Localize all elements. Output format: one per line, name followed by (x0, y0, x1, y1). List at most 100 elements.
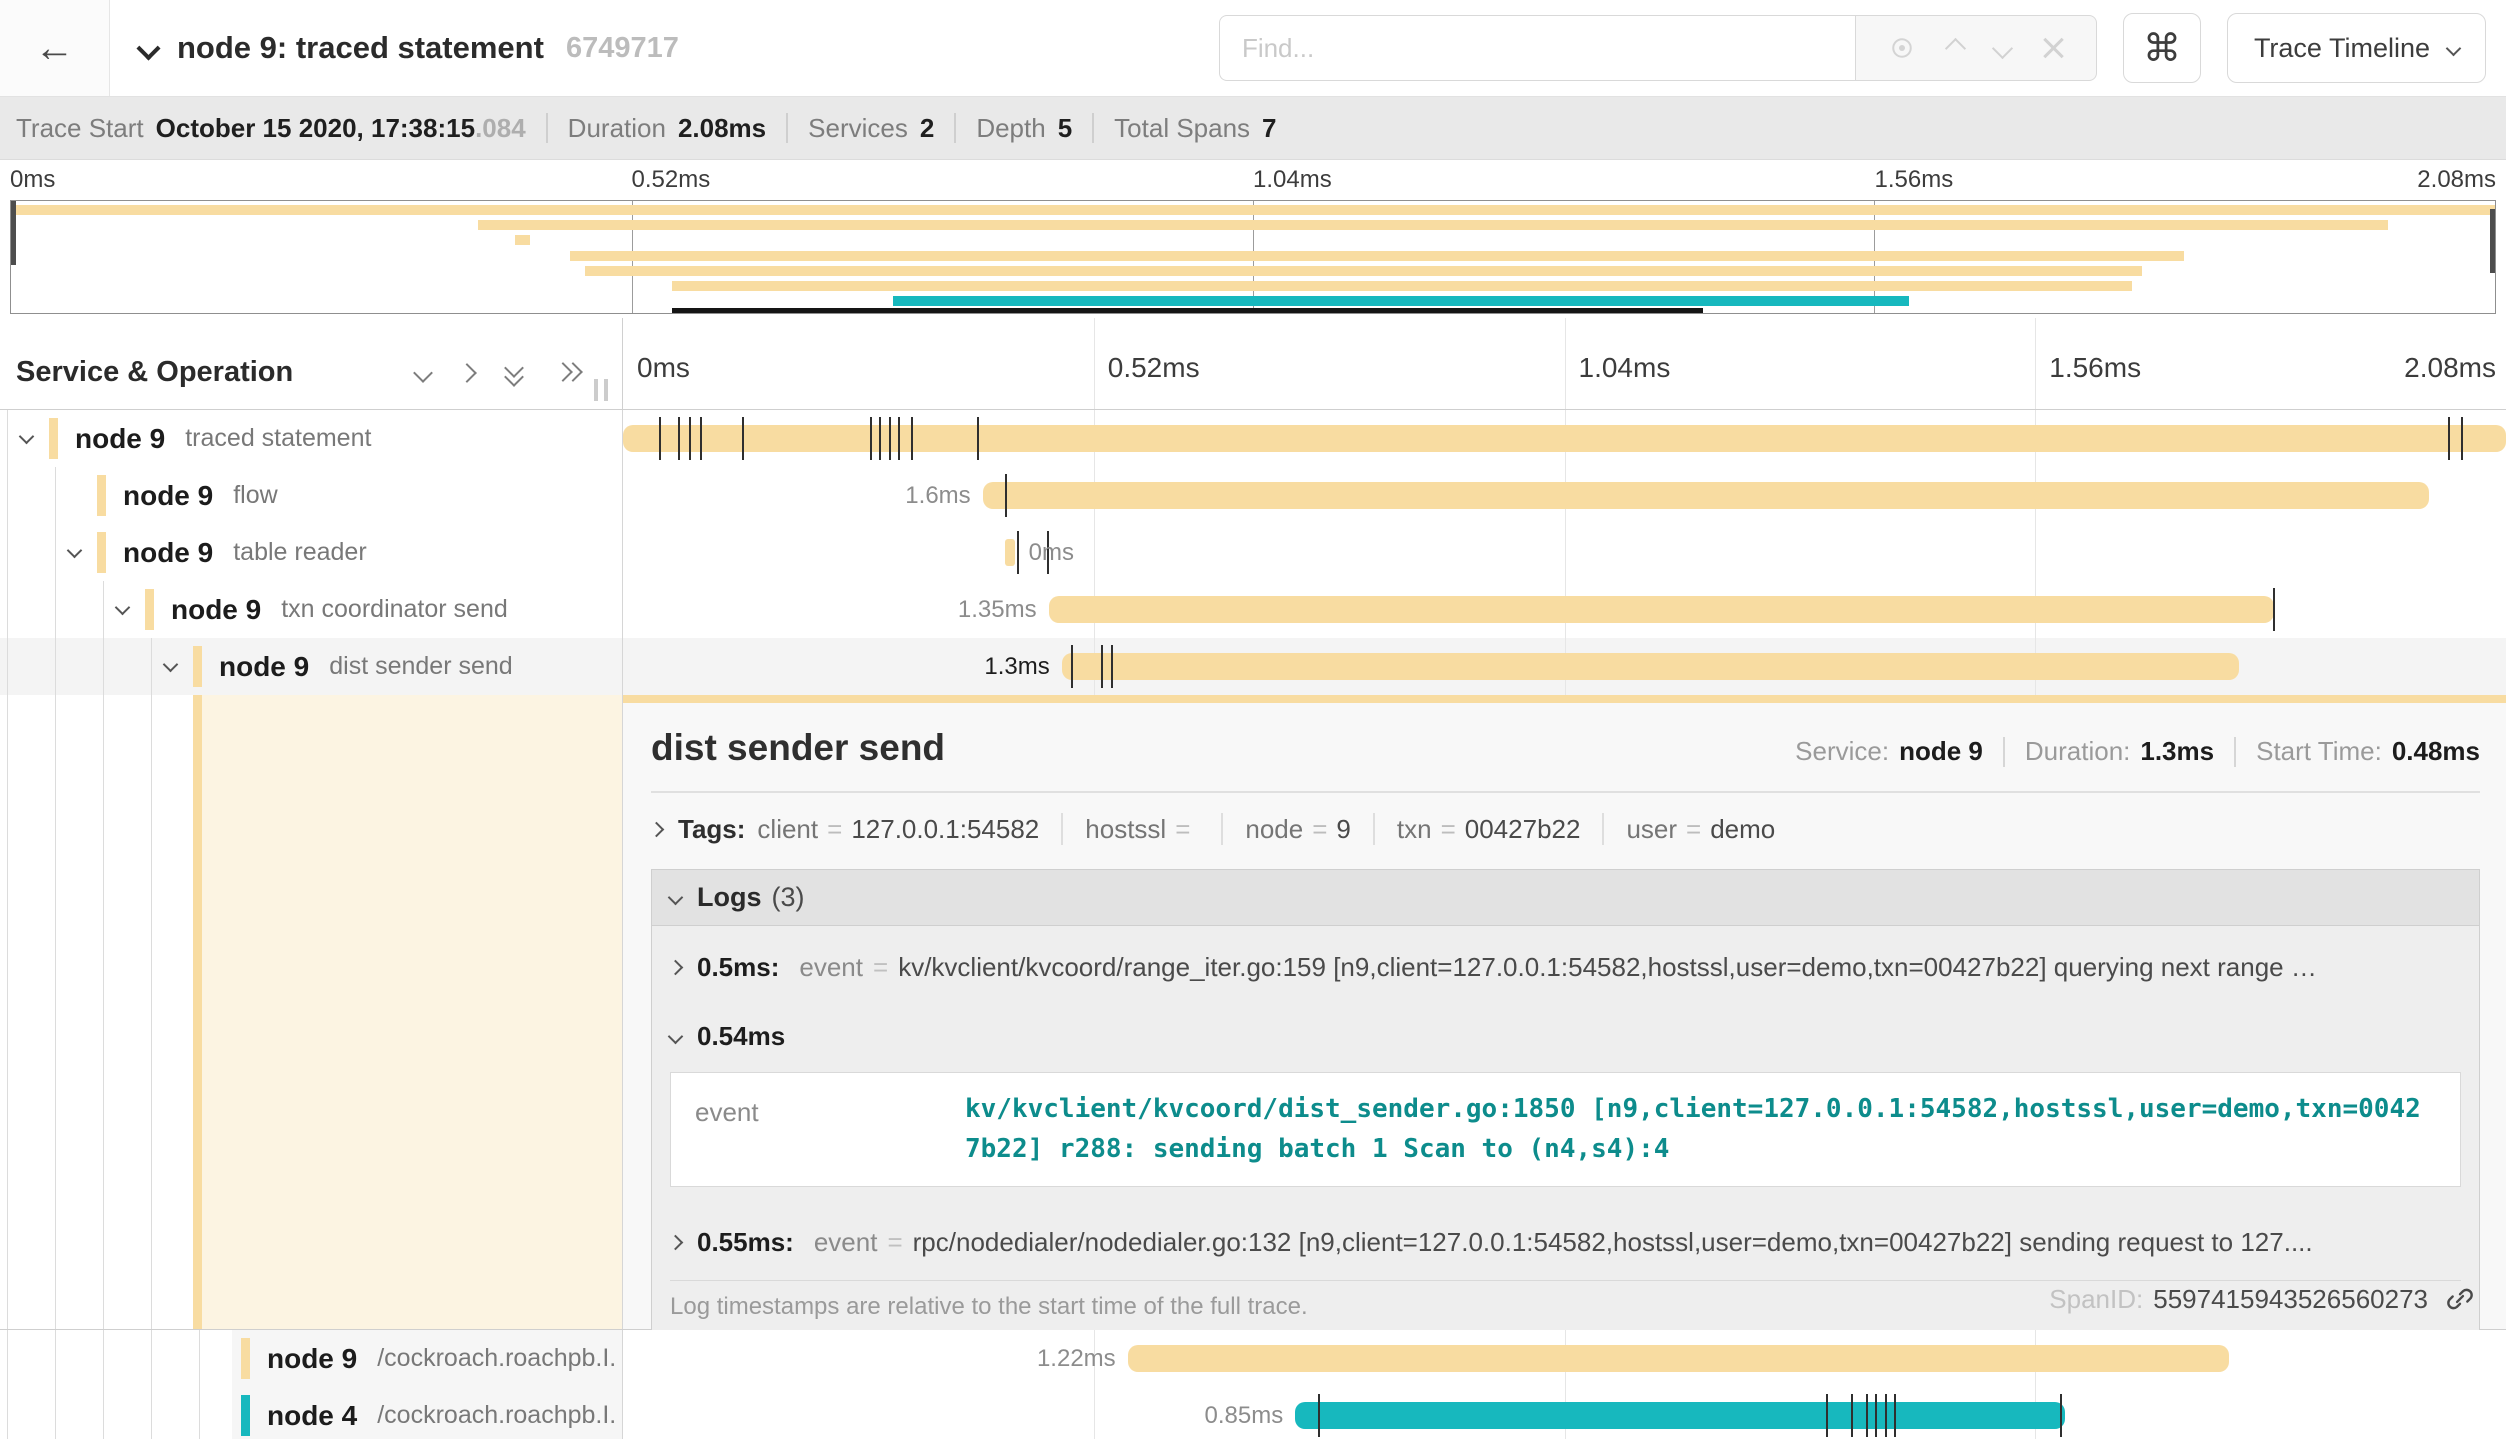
span-expander-icon[interactable] (67, 543, 83, 559)
page-title: node 9: traced statement (177, 30, 544, 66)
log-field-value: kv/kvclient/kvcoord/dist_sender.go:1850 … (965, 1089, 2436, 1170)
span-duration-bar[interactable] (1062, 653, 2239, 680)
span-expander-icon[interactable] (163, 657, 179, 673)
log-marker (2060, 1394, 2062, 1437)
service-color-swatch (241, 1395, 250, 1436)
logs-header[interactable]: Logs (3) (652, 870, 2479, 926)
timeline-gridline (2035, 524, 2036, 581)
next-match-icon[interactable] (1991, 37, 2012, 58)
span-name-cell[interactable]: node 9traced statement (0, 410, 623, 467)
deep-link-icon[interactable] (2444, 1283, 2476, 1315)
log-marker (870, 417, 872, 460)
minimap-left-scrubber[interactable] (11, 201, 16, 265)
timeline-header-gridline (2035, 318, 2036, 409)
log-marker (1875, 1394, 1877, 1437)
indent-guide (7, 467, 8, 524)
indent-guide (7, 524, 8, 581)
span-duration-bar[interactable] (983, 482, 2429, 509)
indent-guide (103, 1387, 104, 1439)
span-duration-bar[interactable] (623, 425, 2506, 452)
collapse-all-icon[interactable] (504, 361, 526, 385)
trace-view-selector[interactable]: Trace Timeline (2227, 13, 2486, 83)
log-marker (879, 417, 881, 460)
service-color-swatch (145, 589, 154, 630)
minimap-canvas[interactable] (10, 200, 2496, 314)
log-equals: = (873, 952, 888, 983)
collapse-trace-header-icon[interactable] (136, 36, 160, 60)
indent-guide (103, 638, 104, 695)
summary-item-suffix: .084 (475, 113, 526, 143)
collapse-one-icon[interactable] (413, 363, 433, 383)
log-expander-icon[interactable] (670, 960, 683, 976)
minimap-tick-label: 0ms (10, 166, 55, 194)
indent-guide (151, 1387, 152, 1439)
indent-guide (151, 638, 152, 695)
log-entry-expanded-header[interactable]: 0.54ms (670, 1005, 2461, 1056)
log-equals: = (887, 1227, 902, 1258)
span-operation-name: dist sender send (329, 652, 512, 681)
summary-item-label: Services (808, 113, 908, 143)
span-expander-icon[interactable] (19, 429, 35, 445)
log-field-key: event (814, 1227, 878, 1258)
command-icon: ⌘ (2143, 26, 2181, 71)
log-expander-icon[interactable] (668, 1029, 684, 1045)
span-duration-bar[interactable] (1049, 596, 2275, 623)
span-timeline-cell[interactable]: 1.35ms (623, 581, 2506, 638)
span-timeline-cell[interactable]: 1.22ms (623, 1330, 2506, 1387)
logs-body: 0.5ms:event=kv/kvclient/kvcoord/range_it… (652, 926, 2479, 1335)
log-field-key: event (695, 1089, 965, 1170)
minimap-right-scrubber[interactable] (2490, 209, 2495, 273)
prev-match-icon[interactable] (1945, 37, 1966, 58)
span-duration-bar[interactable] (1005, 539, 1014, 566)
span-duration-bar[interactable] (1295, 1402, 2065, 1429)
tag-separator (1221, 813, 1223, 845)
span-color-guide (193, 695, 202, 1329)
span-row: node 4/cockroach.roachpb.I...0.85ms (0, 1387, 2506, 1439)
span-name-cell[interactable]: node 4/cockroach.roachpb.I... (0, 1387, 623, 1439)
span-row: node 9flow1.6ms (0, 467, 2506, 524)
span-name-cell[interactable]: node 9table reader (0, 524, 623, 581)
span-name-cell[interactable]: node 9txn coordinator send (0, 581, 623, 638)
expand-all-icon[interactable] (556, 363, 582, 383)
span-name-cell[interactable]: node 9flow (0, 467, 623, 524)
log-marker (1071, 645, 1073, 688)
span-timeline-cell[interactable]: 1.6ms (623, 467, 2506, 524)
log-fields-table: eventkv/kvclient/kvcoord/dist_sender.go:… (670, 1072, 2461, 1187)
summary-item: Duration2.08ms (568, 113, 766, 144)
keyboard-shortcuts-button[interactable]: ⌘ (2123, 13, 2201, 83)
log-marker (2448, 417, 2450, 460)
find-toolbar (1855, 15, 2097, 81)
clear-search-icon[interactable] (2041, 36, 2065, 60)
log-marker (2461, 417, 2463, 460)
tag-separator (1602, 813, 1604, 845)
logs-expander-icon (668, 890, 684, 906)
log-marker (1866, 1394, 1868, 1437)
timeline-tick-label: 1.56ms (2049, 351, 2141, 383)
minimap-tick-labels: 0ms0.52ms1.04ms1.56ms2.08ms (10, 166, 2496, 198)
service-color-swatch (49, 418, 58, 459)
expand-one-icon[interactable] (457, 363, 477, 383)
log-marker (889, 417, 891, 460)
span-timeline-cell[interactable]: 1.3ms (623, 638, 2506, 695)
overview-separator (2234, 737, 2236, 767)
tags-row[interactable]: Tags: client=127.0.0.1:54582hostssl=node… (651, 813, 2480, 845)
log-expander-icon[interactable] (670, 1234, 683, 1250)
span-name-cell[interactable]: node 9dist sender send (0, 638, 623, 695)
log-entry[interactable]: 0.5ms:event=kv/kvclient/kvcoord/range_it… (670, 930, 2461, 1005)
find-input[interactable] (1219, 15, 1855, 81)
locate-icon[interactable] (1887, 33, 1917, 63)
span-expander-icon[interactable] (115, 600, 131, 616)
span-name-cell[interactable]: node 9/cockroach.roachpb.I... (0, 1330, 623, 1387)
back-button[interactable]: ← (0, 0, 110, 96)
span-name: node 4/cockroach.roachpb.I... (267, 1387, 614, 1439)
tags-expander-icon[interactable] (649, 821, 665, 837)
span-timeline-cell[interactable]: 0.85ms (623, 1387, 2506, 1439)
span-timeline-cell[interactable]: 0ms (623, 524, 2506, 581)
column-resize-grip[interactable] (594, 379, 608, 401)
span-duration-bar[interactable] (1128, 1345, 2230, 1372)
minimap-span-bar (515, 235, 530, 245)
span-timeline-cell[interactable] (623, 410, 2506, 467)
indent-guide (55, 524, 56, 581)
span-accent-fill (202, 695, 622, 1329)
log-entry[interactable]: 0.55ms:event=rpc/nodedialer/nodedialer.g… (670, 1205, 2461, 1280)
